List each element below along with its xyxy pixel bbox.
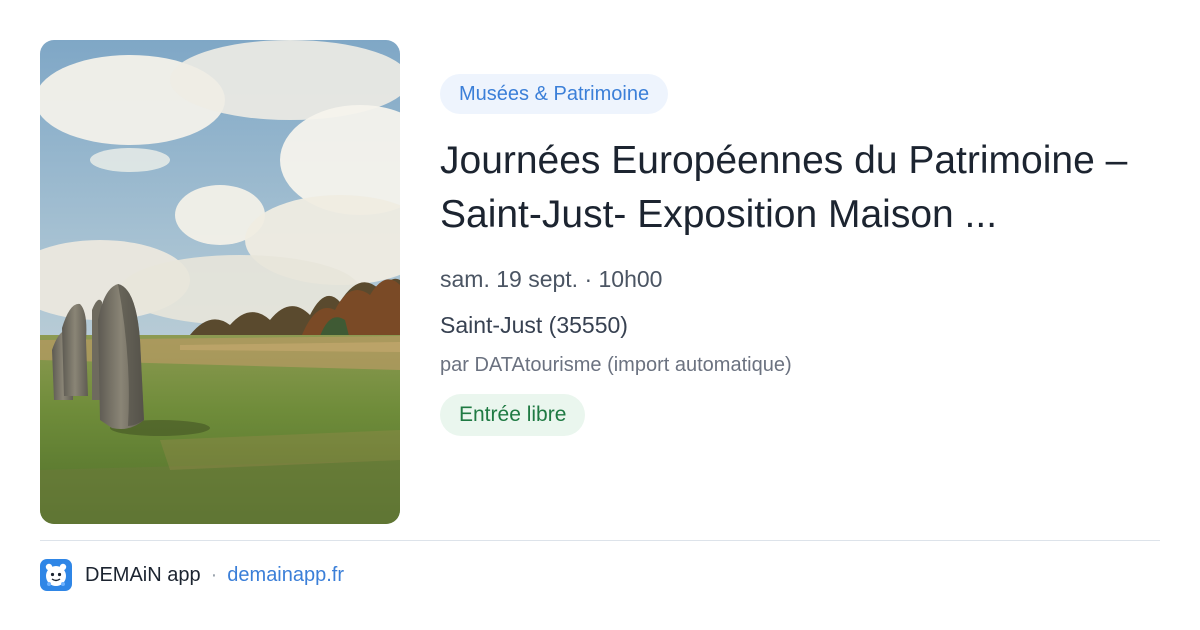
event-datetime: sam. 19 sept. · 10h00 xyxy=(440,266,663,292)
event-details: Musées & Patrimoine Journées Européennes… xyxy=(440,74,1170,436)
app-link[interactable]: demainapp.fr xyxy=(227,564,344,587)
event-photo xyxy=(40,40,400,524)
event-source: par DATAtourisme (import automatique) xyxy=(440,354,792,376)
app-name: DEMAiN app xyxy=(85,563,201,586)
event-card[interactable]: Musées & Patrimoine Journées Européennes… xyxy=(0,0,1200,630)
footer-separator: · xyxy=(210,563,218,586)
event-title[interactable]: Journées Européennes du Patrimoine – Sai… xyxy=(440,134,1170,242)
demain-app-icon xyxy=(40,559,72,591)
footer: DEMAiN app · demainapp.fr xyxy=(40,558,344,592)
event-location: Saint-Just (35550) xyxy=(440,312,628,338)
price-badge: Entrée libre xyxy=(440,394,586,436)
footer-divider xyxy=(40,540,1160,541)
category-badge[interactable]: Musées & Patrimoine xyxy=(440,74,669,114)
